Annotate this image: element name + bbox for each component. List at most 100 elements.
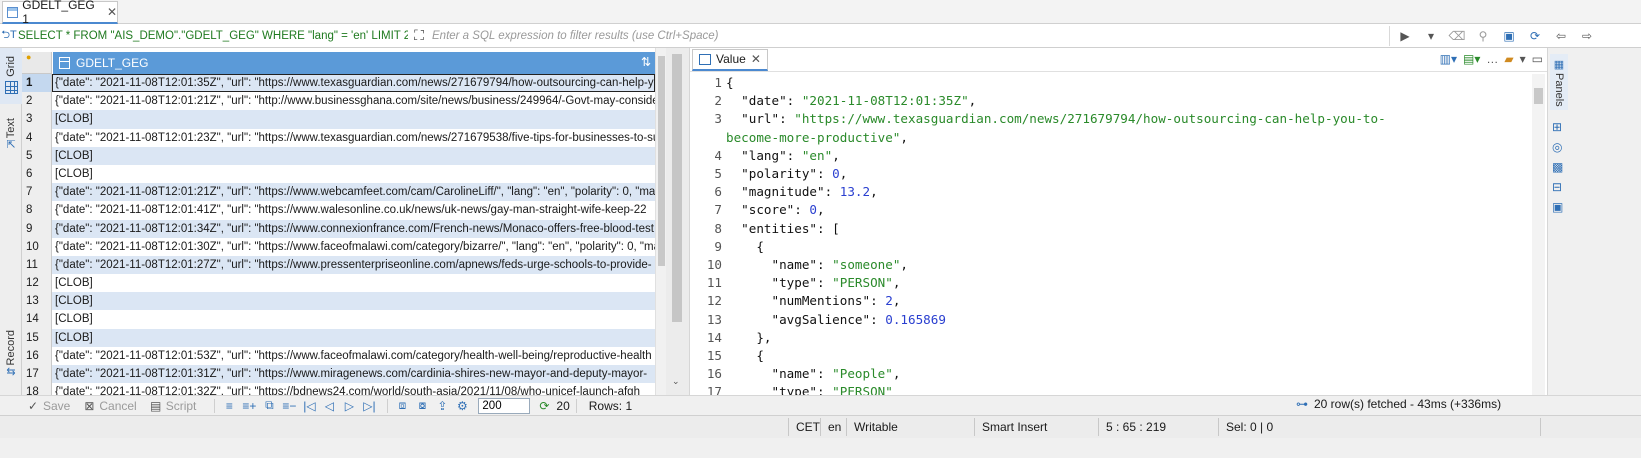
row-number[interactable]: 1 — [22, 74, 52, 93]
table-row[interactable]: 12 [CLOB] — [22, 274, 655, 293]
open-folder-icon[interactable]: ▰ — [1504, 52, 1513, 66]
row-number[interactable]: 10 — [22, 237, 52, 256]
json-editor[interactable]: 1{2 "date": "2021-11-08T12:01:35Z", 3 "ur… — [690, 74, 1530, 395]
panel-toggle-icon[interactable]: ⧈ — [394, 398, 410, 413]
maximize-icon[interactable]: ▭ — [1532, 52, 1543, 66]
close-icon[interactable]: ✕ — [751, 52, 761, 66]
table-cell[interactable]: {"date": "2021-11-08T12:01:21Z", "url": … — [52, 92, 655, 110]
table-cell[interactable]: {"date": "2021-11-08T12:01:34Z", "url": … — [52, 219, 655, 238]
table-row[interactable]: 4 {"date": "2021-11-08T12:01:23Z", "url":… — [22, 128, 655, 147]
forward-icon[interactable]: ⇨ — [1578, 29, 1596, 43]
calc-icon[interactable]: ◎ — [1552, 140, 1563, 154]
table-cell[interactable]: {"date": "2021-11-08T12:01:32Z", "url": … — [52, 383, 655, 395]
table-row[interactable]: 15 [CLOB] — [22, 328, 655, 347]
next-icon[interactable]: ▷ — [341, 399, 357, 413]
table-row[interactable]: 17 {"date": "2021-11-08T12:01:31Z", "url"… — [22, 365, 655, 384]
table-row[interactable]: 10 {"date": "2021-11-08T12:01:30Z", "url"… — [22, 237, 655, 256]
status-timezone[interactable]: CET — [796, 420, 820, 434]
table-row[interactable]: 5 [CLOB] — [22, 146, 655, 165]
save-button[interactable]: ✓ Save — [26, 399, 70, 413]
cancel-button[interactable]: ⊠ Cancel — [82, 399, 136, 413]
table-cell[interactable]: [CLOB] — [52, 328, 655, 347]
metadata-icon[interactable]: ⊞ — [1552, 120, 1563, 134]
table-cell[interactable]: {"date": "2021-11-08T12:01:30Z", "url": … — [52, 238, 655, 256]
splitter-scroll-thumb[interactable] — [672, 54, 682, 322]
table-row[interactable]: 13 [CLOB] — [22, 292, 655, 311]
refresh-icon[interactable]: ⟳ — [536, 399, 552, 413]
tab-text[interactable]: Text ⇱ — [0, 112, 22, 162]
tab-gdelt-geg[interactable]: GDELT_GEG 1 ✕ — [2, 0, 118, 26]
export-icon[interactable]: ⇪ — [434, 399, 450, 413]
row-number[interactable]: 18 — [22, 383, 52, 395]
tab-grid[interactable]: Grid — [0, 48, 22, 104]
json-scrollbar[interactable] — [1532, 74, 1545, 395]
close-icon[interactable]: ✕ — [107, 5, 117, 19]
gear-icon[interactable]: ⚙ — [454, 399, 470, 413]
delete-row-icon[interactable]: ≡− — [281, 399, 297, 413]
references-icon[interactable]: ⊟ — [1552, 180, 1563, 194]
table-cell[interactable]: {"date": "2021-11-08T12:01:31Z", "url": … — [52, 365, 655, 384]
row-number[interactable]: 15 — [22, 328, 52, 347]
tab-panels[interactable]: ▦ Panels — [1550, 54, 1568, 110]
table-row[interactable]: 1 {"date": "2021-11-08T12:01:35Z", "url":… — [22, 74, 655, 93]
row-number[interactable]: 14 — [22, 310, 52, 329]
row-number[interactable]: 7 — [22, 183, 52, 202]
row-number[interactable]: 8 — [22, 201, 52, 220]
refresh-icon[interactable]: ⟳ — [1526, 29, 1544, 43]
row-number[interactable]: 9 — [22, 219, 52, 238]
row-number[interactable]: 17 — [22, 365, 52, 384]
json-scroll-thumb[interactable] — [1534, 88, 1543, 104]
row-number[interactable]: 5 — [22, 146, 52, 165]
result-grid[interactable]: ● GDELT_GEG ⇅ 1 {"date": "2021-11-08T12:0… — [22, 48, 666, 395]
table-cell[interactable]: [CLOB] — [52, 110, 655, 129]
table-row[interactable]: 18 {"date": "2021-11-08T12:01:32Z", "url"… — [22, 383, 655, 395]
table-row[interactable]: 3 [CLOB] — [22, 110, 655, 129]
table-row[interactable]: 16 {"date": "2021-11-08T12:01:53Z", "url"… — [22, 346, 655, 365]
row-number[interactable]: 12 — [22, 274, 52, 293]
script-button[interactable]: ▤ Script — [149, 399, 196, 413]
sort-filter-icon[interactable]: ⇅ — [641, 55, 651, 69]
minimize-icon[interactable]: ▾ — [1520, 52, 1526, 66]
back-icon[interactable]: ⇦ — [1552, 29, 1570, 43]
table-cell[interactable]: {"date": "2021-11-08T12:01:23Z", "url": … — [52, 129, 655, 147]
save-to-file-icon[interactable]: ▤▾ — [1463, 52, 1480, 66]
value-viewer-icon[interactable]: ▣ — [1552, 200, 1563, 214]
copy-row-icon[interactable]: ⧉ — [261, 398, 277, 413]
table-cell[interactable]: [CLOB] — [52, 165, 655, 183]
grid-scrollbar[interactable] — [655, 48, 666, 395]
panel-splitter[interactable]: ⌄ — [666, 48, 690, 395]
apply-filter-icon[interactable]: ▶ — [1396, 29, 1414, 43]
edit-row-icon[interactable]: ≡ — [221, 399, 237, 413]
filter-settings-icon[interactable]: ⚲ — [1474, 29, 1492, 43]
grid-scroll-thumb[interactable] — [658, 56, 665, 266]
more-icon[interactable]: … — [1486, 52, 1498, 66]
expand-icon[interactable]: ⛶ — [408, 27, 430, 44]
tab-value[interactable]: Value ✕ — [692, 48, 768, 71]
chevron-down-icon[interactable]: ⌄ — [672, 376, 680, 387]
table-row[interactable]: 11 {"date": "2021-11-08T12:01:27Z", "url"… — [22, 255, 655, 275]
tab-record[interactable]: Record ⇆ — [0, 330, 22, 392]
table-row[interactable]: 8 {"date": "2021-11-08T12:01:41Z", "url":… — [22, 201, 655, 220]
previous-icon[interactable]: ◁ — [321, 399, 337, 413]
table-cell[interactable]: {"date": "2021-11-08T12:01:21Z", "url": … — [52, 183, 655, 202]
eraser-icon[interactable]: ⌫ — [1448, 29, 1466, 43]
sql-editor-icon[interactable]: ⮌T — [0, 26, 18, 45]
table-cell[interactable]: {"date": "2021-11-08T12:01:41Z", "url": … — [52, 201, 655, 219]
table-row[interactable]: 14 [CLOB] — [22, 310, 655, 329]
table-row[interactable]: 9 {"date": "2021-11-08T12:01:34Z", "url":… — [22, 219, 655, 238]
table-cell[interactable]: {"date": "2021-11-08T12:01:53Z", "url": … — [52, 347, 655, 365]
table-cell[interactable]: [CLOB] — [52, 274, 655, 292]
row-number[interactable]: 16 — [22, 346, 52, 365]
save-filter-icon[interactable]: ▣ — [1500, 29, 1518, 43]
row-number[interactable]: 3 — [22, 110, 52, 129]
column-header-gdelt-geg[interactable]: GDELT_GEG ⇅ — [53, 52, 655, 74]
row-number[interactable]: 13 — [22, 292, 52, 311]
status-locale[interactable]: en — [828, 420, 841, 434]
table-row[interactable]: 2 {"date": "2021-11-08T12:01:21Z", "url":… — [22, 92, 655, 111]
grouping-icon[interactable]: ▩ — [1552, 160, 1563, 174]
last-page-icon[interactable]: ▷| — [361, 399, 377, 413]
filter-input[interactable] — [430, 25, 1390, 46]
sql-query-text[interactable]: SELECT * FROM "AIS_DEMO"."GDELT_GEG" WHE… — [18, 30, 408, 42]
table-row[interactable]: 7 {"date": "2021-11-08T12:01:21Z", "url":… — [22, 183, 655, 202]
table-row[interactable]: 6 [CLOB] — [22, 164, 655, 184]
